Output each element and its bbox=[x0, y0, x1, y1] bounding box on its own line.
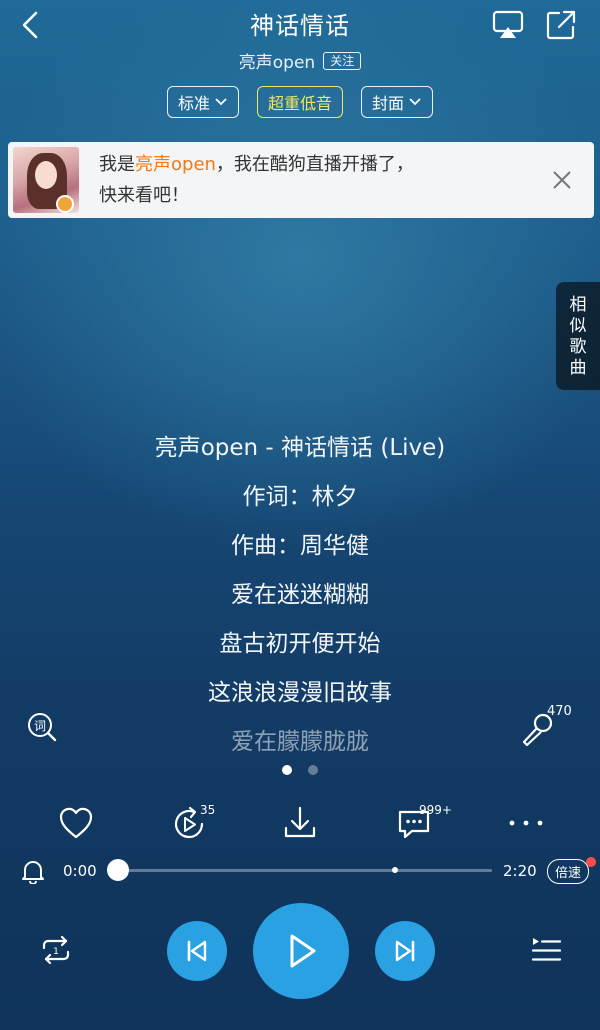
streamer-avatar bbox=[13, 147, 79, 213]
previous-button[interactable] bbox=[167, 921, 227, 981]
sleep-timer-button[interactable] bbox=[20, 858, 46, 884]
karaoke-count: 470 bbox=[547, 704, 572, 719]
bass-boost-button[interactable]: 超重低音 bbox=[256, 86, 343, 118]
chevron-down-icon bbox=[409, 98, 421, 106]
similar-songs-tab[interactable]: 相 似 歌 曲 bbox=[556, 282, 600, 390]
buffer-marker bbox=[391, 867, 398, 873]
chevron-down-icon bbox=[215, 98, 227, 106]
lyric-line: 作曲：周华健 bbox=[231, 533, 369, 559]
cover-select[interactable]: 封面 bbox=[361, 86, 434, 118]
promo-text: 我是亮声open，我在酷狗直播开播了， 快来看吧！ bbox=[99, 149, 414, 211]
heart-icon bbox=[59, 807, 93, 839]
repeat-one-icon: 1 bbox=[42, 935, 70, 965]
total-time: 2:20 bbox=[503, 862, 537, 880]
share-button[interactable] bbox=[545, 9, 577, 41]
airplay-icon bbox=[492, 10, 524, 38]
favorite-button[interactable] bbox=[57, 804, 95, 842]
close-banner-button[interactable] bbox=[552, 170, 572, 190]
lyric-line: 爱在朦朦胧胧 bbox=[231, 729, 369, 753]
similar-char: 歌 bbox=[569, 337, 587, 357]
promo-prefix: 我是 bbox=[99, 154, 135, 175]
close-icon bbox=[553, 171, 571, 189]
crown-badge-icon bbox=[56, 195, 74, 213]
lyric-line: 盘古初开便开始 bbox=[219, 631, 381, 657]
speed-button[interactable]: 倍速 bbox=[547, 859, 590, 884]
lyric-line: 作词：林夕 bbox=[242, 484, 358, 510]
lyric-line: 这浪浪漫漫旧故事 bbox=[208, 680, 392, 706]
promo-suffix: ，我在酷狗直播开播了， bbox=[215, 154, 414, 175]
similar-char: 似 bbox=[569, 316, 587, 336]
page-dot bbox=[308, 765, 318, 775]
download-button[interactable] bbox=[281, 804, 319, 842]
current-time: 0:00 bbox=[63, 862, 97, 880]
skip-next-icon bbox=[395, 940, 415, 962]
lyric-line: 亮声open - 神话情话 (Live) bbox=[154, 435, 446, 461]
lyrics-panel[interactable]: 亮声open - 神话情话 (Live) 作词：林夕 作曲：周华健 爱在迷迷糊糊… bbox=[0, 429, 600, 753]
bass-boost-label: 超重低音 bbox=[267, 94, 332, 113]
playlist-button[interactable] bbox=[530, 935, 562, 965]
download-icon bbox=[284, 806, 316, 838]
svg-text:词: 词 bbox=[34, 719, 46, 733]
similar-char: 相 bbox=[569, 295, 587, 315]
page-indicator bbox=[0, 765, 600, 775]
artist-row: 亮声open 关注 bbox=[0, 48, 600, 73]
follow-button[interactable]: 关注 bbox=[323, 51, 362, 70]
quality-select[interactable]: 标准 bbox=[166, 86, 239, 118]
live-promo-banner[interactable]: 我是亮声open，我在酷狗直播开播了， 快来看吧！ bbox=[8, 142, 594, 218]
replay-count: 35 bbox=[200, 803, 216, 817]
more-icon bbox=[509, 820, 543, 826]
cast-button[interactable] bbox=[492, 10, 524, 40]
quality-chips: 标准 超重低音 封面 bbox=[0, 86, 600, 118]
comment-count: 999+ bbox=[419, 803, 452, 817]
playlist-icon bbox=[531, 938, 562, 961]
lyrics-search-icon: 词 bbox=[28, 713, 57, 742]
lyrics-search-button[interactable]: 词 bbox=[26, 711, 58, 743]
page-dot bbox=[282, 765, 292, 775]
play-icon bbox=[290, 934, 316, 968]
promo-streamer-name: 亮声open bbox=[135, 154, 216, 175]
cover-label: 封面 bbox=[372, 94, 405, 113]
skip-previous-icon bbox=[187, 940, 207, 962]
quality-label: 标准 bbox=[177, 94, 210, 113]
similar-char: 曲 bbox=[569, 358, 587, 378]
play-button[interactable] bbox=[253, 903, 349, 999]
bell-icon bbox=[22, 861, 44, 884]
svg-text:1: 1 bbox=[53, 947, 59, 957]
artist-name[interactable]: 亮声open bbox=[239, 48, 315, 73]
notification-dot bbox=[586, 857, 596, 867]
next-button[interactable] bbox=[375, 921, 435, 981]
progress-track[interactable] bbox=[118, 869, 492, 872]
lyric-line: 爱在迷迷糊糊 bbox=[231, 582, 369, 608]
promo-line2: 快来看吧！ bbox=[99, 185, 189, 206]
more-button[interactable] bbox=[507, 804, 545, 842]
share-icon bbox=[546, 10, 576, 40]
repeat-mode-button[interactable]: 1 bbox=[38, 933, 74, 967]
progress-thumb[interactable] bbox=[107, 859, 129, 881]
